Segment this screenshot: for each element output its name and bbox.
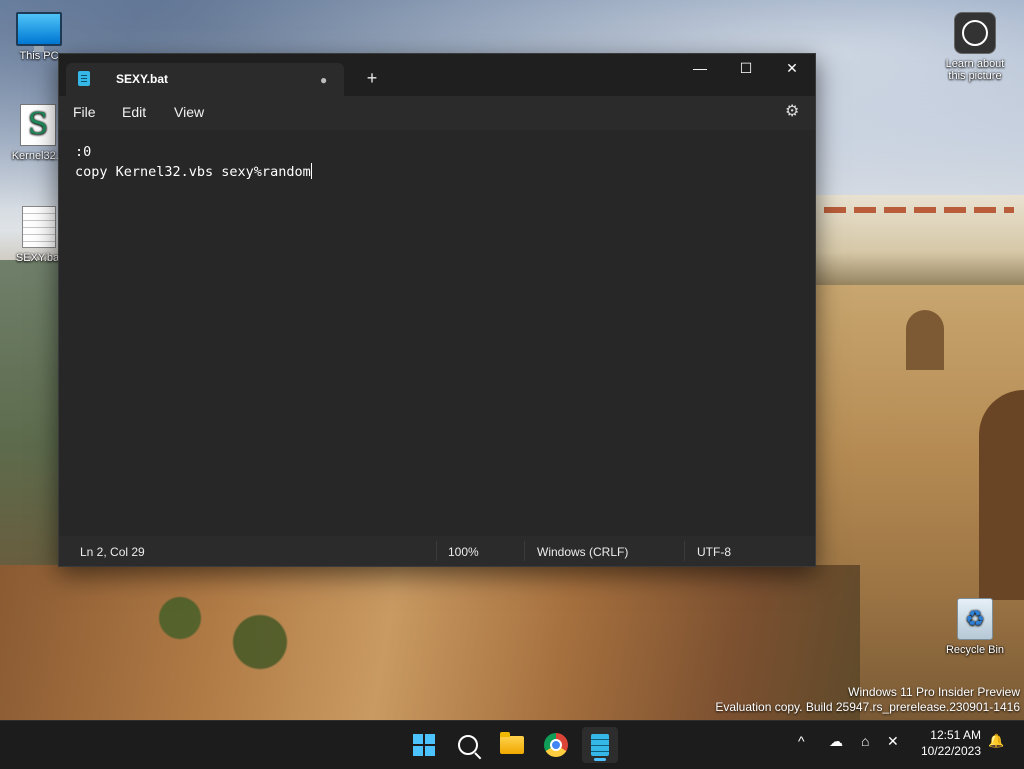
unsaved-indicator-icon[interactable]: ● [320,73,327,87]
chrome-button[interactable] [538,727,574,763]
windows-logo-icon [413,734,435,756]
menu-edit[interactable]: Edit [122,104,146,120]
menu-file[interactable]: File [73,104,96,120]
notifications-bell-icon[interactable]: 🔔 [988,733,1004,749]
status-divider [524,541,525,561]
search-icon [458,735,478,755]
wallpaper-town [814,195,1024,290]
tab-title: SEXY.bat [116,72,169,86]
desktop-icon-label: Learn about this picture [945,58,1005,82]
title-bar[interactable]: SEXY.bat ● + — ☐ ✕ [59,54,815,96]
recycle-bin-icon: ♻ [957,598,993,640]
wallpaper-vegetation [120,570,320,690]
desktop-icon-label: Recycle Bin [945,644,1005,656]
desktop-icon-recycle-bin[interactable]: ♻ Recycle Bin [936,598,1014,656]
start-button[interactable] [406,727,442,763]
text-editor[interactable]: :0 copy Kernel32.vbs sexy%random [59,130,815,536]
notepad-window: SEXY.bat ● + — ☐ ✕ File Edit View ⚙ :0 c… [58,53,816,567]
status-divider [684,541,685,561]
status-bar: Ln 2, Col 29 100% Windows (CRLF) UTF-8 [59,536,815,566]
network-icon[interactable]: ⌂ [861,733,869,749]
search-button[interactable] [450,727,486,763]
editor-line-2-text: copy Kernel32.vbs sexy%random [75,164,311,180]
tab-sexy-bat[interactable]: SEXY.bat ● [66,63,344,96]
menu-view[interactable]: View [174,104,204,120]
encoding[interactable]: UTF-8 [697,545,731,559]
batch-file-icon [22,206,56,248]
close-button[interactable]: ✕ [769,54,815,82]
settings-gear-icon[interactable]: ⚙ [785,104,801,120]
taskbar: ^ ☁ ⌂ ✕ 🔔 [0,720,1024,769]
watermark-line-2: Evaluation copy. Build 25947.rs_prerelea… [715,700,1020,714]
desktop-icon-learn-about-picture[interactable]: Learn about this picture [936,12,1014,82]
taskbar-clock[interactable]: 12:51 AM 10/22/2023 [905,727,981,759]
show-hidden-icons-chevron-icon[interactable]: ^ [798,733,805,749]
folder-icon [500,732,524,754]
notepad-icon [78,71,90,86]
minimize-button[interactable]: — [677,54,723,82]
cloud-sync-icon[interactable]: ☁ [829,733,843,750]
status-divider [436,541,437,561]
active-app-indicator [594,758,606,761]
zoom-level[interactable]: 100% [448,545,479,559]
volume-muted-icon[interactable]: ✕ [887,733,899,750]
evaluation-watermark: Windows 11 Pro Insider Preview Evaluatio… [715,685,1020,715]
clock-date: 10/22/2023 [920,744,981,758]
monitor-icon [16,12,62,52]
menu-bar: File Edit View ⚙ [59,96,815,130]
wallpaper-arch [979,390,1024,600]
maximize-button[interactable]: ☐ [723,54,769,82]
wallpaper-arch-small [906,310,944,370]
editor-line-2: copy Kernel32.vbs sexy%random [75,163,312,180]
watermark-line-1: Windows 11 Pro Insider Preview [848,685,1020,699]
chrome-icon [544,733,568,757]
editor-line-1: :0 [75,144,92,160]
file-explorer-button[interactable] [494,727,530,763]
cursor-position: Ln 2, Col 29 [80,545,145,559]
new-tab-button[interactable]: + [359,65,385,91]
line-ending[interactable]: Windows (CRLF) [537,545,628,559]
clock-time: 12:51 AM [930,728,981,742]
script-file-icon: S [20,104,56,146]
camera-icon [954,12,996,54]
text-caret [310,163,312,179]
notepad-icon [591,734,609,756]
